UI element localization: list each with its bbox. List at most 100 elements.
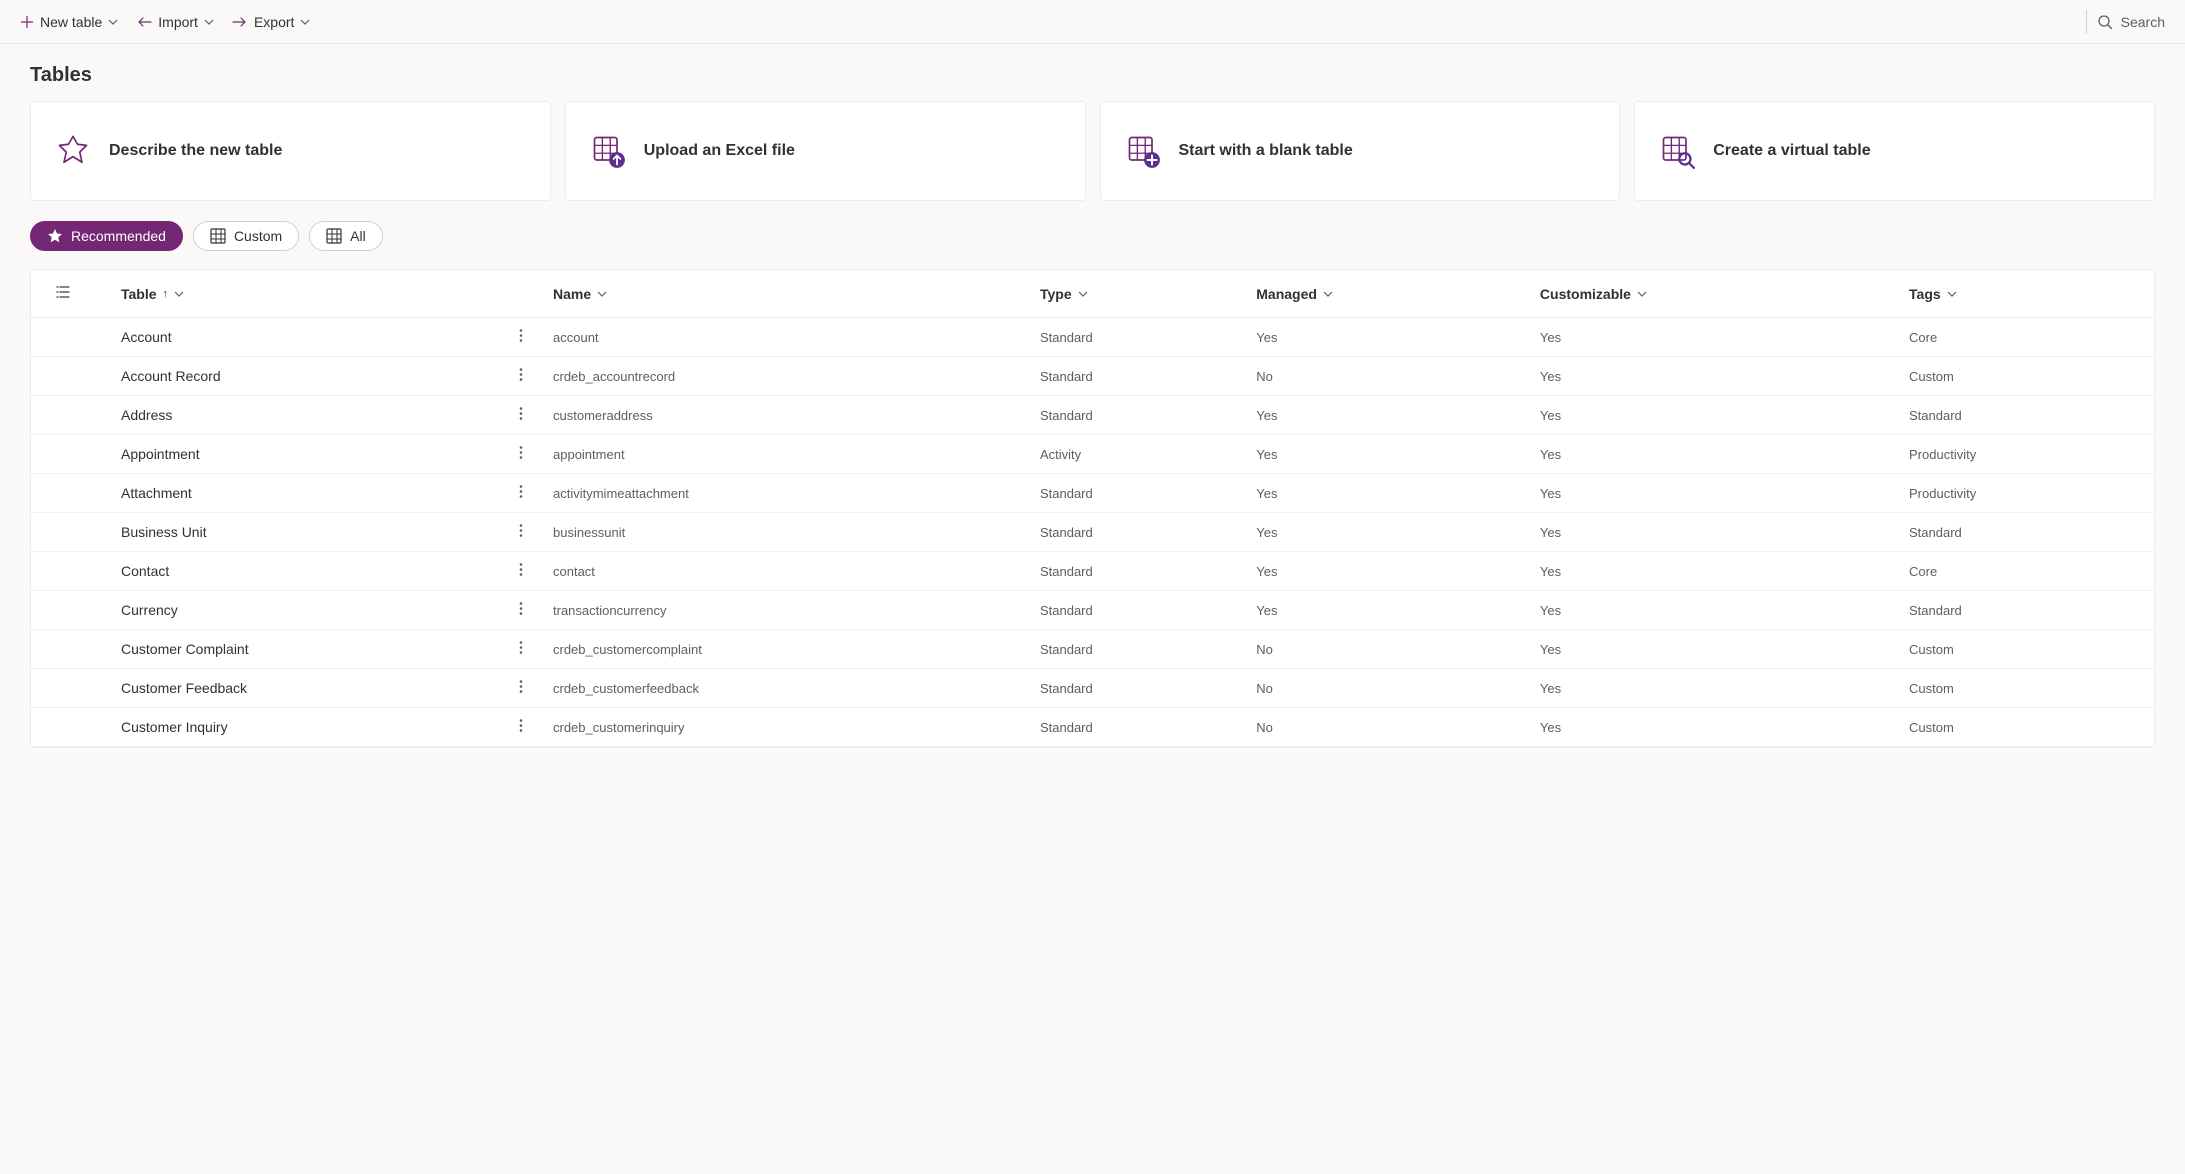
table-row[interactable]: Customer Inquirycrdeb_customerinquirySta… xyxy=(31,708,2154,747)
row-type-cell: Standard xyxy=(1028,318,1244,357)
pill-all[interactable]: All xyxy=(309,221,383,251)
row-actions-menu[interactable] xyxy=(519,641,523,658)
card-virtual-table[interactable]: Create a virtual table xyxy=(1634,101,2155,201)
row-type-cell: Standard xyxy=(1028,552,1244,591)
table-row[interactable]: AttachmentactivitymimeattachmentStandard… xyxy=(31,474,2154,513)
row-table-cell[interactable]: Account xyxy=(91,318,541,357)
row-table-cell[interactable]: Account Record xyxy=(91,357,541,396)
table-row[interactable]: Business UnitbusinessunitStandardYesYesS… xyxy=(31,513,2154,552)
row-table-cell[interactable]: Customer Complaint xyxy=(91,630,541,669)
row-select-cell[interactable] xyxy=(31,708,91,747)
row-customizable-cell: Yes xyxy=(1528,474,1897,513)
row-actions-menu[interactable] xyxy=(519,719,523,736)
row-tags-cell: Custom xyxy=(1897,630,2154,669)
column-label: Name xyxy=(553,286,591,302)
row-select-cell[interactable] xyxy=(31,591,91,630)
import-icon xyxy=(136,15,152,29)
table-row[interactable]: AccountaccountStandardYesYesCore xyxy=(31,318,2154,357)
column-label: Managed xyxy=(1256,286,1317,302)
chevron-down-icon xyxy=(300,19,310,25)
table-row[interactable]: Account Recordcrdeb_accountrecordStandar… xyxy=(31,357,2154,396)
row-name-cell: crdeb_customerfeedback xyxy=(541,669,1028,708)
table-row[interactable]: AddresscustomeraddressStandardYesYesStan… xyxy=(31,396,2154,435)
row-actions-menu[interactable] xyxy=(519,602,523,619)
star-icon xyxy=(47,228,63,244)
row-customizable-cell: Yes xyxy=(1528,396,1897,435)
card-describe-table[interactable]: Describe the new table xyxy=(30,101,551,201)
export-icon xyxy=(232,15,248,29)
pill-custom[interactable]: Custom xyxy=(193,221,299,251)
row-type-cell: Standard xyxy=(1028,591,1244,630)
command-bar: New table Import Export Search xyxy=(0,0,2185,44)
chevron-down-icon xyxy=(108,19,118,25)
import-button[interactable]: Import xyxy=(136,10,214,34)
row-actions-menu[interactable] xyxy=(519,407,523,424)
row-actions-menu[interactable] xyxy=(519,563,523,580)
export-label: Export xyxy=(254,14,294,30)
row-managed-cell: Yes xyxy=(1244,552,1528,591)
table-row[interactable]: CurrencytransactioncurrencyStandardYesYe… xyxy=(31,591,2154,630)
row-table-cell[interactable]: Currency xyxy=(91,591,541,630)
column-tags[interactable]: Tags xyxy=(1897,270,2154,318)
card-blank-table[interactable]: Start with a blank table xyxy=(1100,101,1621,201)
search-input[interactable]: Search xyxy=(2097,14,2165,30)
filter-pills: Recommended Custom All xyxy=(0,221,2185,269)
row-tags-cell: Core xyxy=(1897,318,2154,357)
row-actions-menu[interactable] xyxy=(519,524,523,541)
pill-label: Recommended xyxy=(71,228,166,244)
column-label: Type xyxy=(1040,286,1072,302)
export-button[interactable]: Export xyxy=(232,10,310,34)
row-table-cell[interactable]: Address xyxy=(91,396,541,435)
row-select-cell[interactable] xyxy=(31,669,91,708)
column-table[interactable]: Table ↑ xyxy=(91,270,541,318)
row-name-cell: activitymimeattachment xyxy=(541,474,1028,513)
column-select[interactable] xyxy=(31,270,91,318)
row-customizable-cell: Yes xyxy=(1528,591,1897,630)
table-row[interactable]: Customer Complaintcrdeb_customercomplain… xyxy=(31,630,2154,669)
row-select-cell[interactable] xyxy=(31,630,91,669)
column-label: Table xyxy=(121,286,157,302)
row-select-cell[interactable] xyxy=(31,435,91,474)
pill-recommended[interactable]: Recommended xyxy=(30,221,183,251)
row-name-cell: crdeb_customerinquiry xyxy=(541,708,1028,747)
row-select-cell[interactable] xyxy=(31,396,91,435)
row-table-cell[interactable]: Contact xyxy=(91,552,541,591)
row-actions-menu[interactable] xyxy=(519,485,523,502)
row-select-cell[interactable] xyxy=(31,318,91,357)
row-table-cell[interactable]: Appointment xyxy=(91,435,541,474)
row-managed-cell: Yes xyxy=(1244,474,1528,513)
row-tags-cell: Standard xyxy=(1897,591,2154,630)
column-type[interactable]: Type xyxy=(1028,270,1244,318)
row-actions-menu[interactable] xyxy=(519,680,523,697)
new-table-button[interactable]: New table xyxy=(20,10,118,34)
row-name-cell: crdeb_accountrecord xyxy=(541,357,1028,396)
row-tags-cell: Productivity xyxy=(1897,474,2154,513)
row-select-cell[interactable] xyxy=(31,552,91,591)
chevron-down-icon xyxy=(1637,291,1647,297)
grid-icon xyxy=(210,228,226,244)
column-name[interactable]: Name xyxy=(541,270,1028,318)
column-managed[interactable]: Managed xyxy=(1244,270,1528,318)
table-row[interactable]: ContactcontactStandardYesYesCore xyxy=(31,552,2154,591)
row-select-cell[interactable] xyxy=(31,357,91,396)
row-table-cell[interactable]: Customer Feedback xyxy=(91,669,541,708)
row-select-cell[interactable] xyxy=(31,513,91,552)
row-select-cell[interactable] xyxy=(31,474,91,513)
list-numbered-icon xyxy=(55,284,71,300)
chevron-down-icon xyxy=(1078,291,1088,297)
row-managed-cell: No xyxy=(1244,357,1528,396)
row-type-cell: Standard xyxy=(1028,630,1244,669)
column-customizable[interactable]: Customizable xyxy=(1528,270,1897,318)
row-customizable-cell: Yes xyxy=(1528,435,1897,474)
card-upload-excel[interactable]: Upload an Excel file xyxy=(565,101,1086,201)
row-actions-menu[interactable] xyxy=(519,329,523,346)
row-actions-menu[interactable] xyxy=(519,368,523,385)
row-name-cell: businessunit xyxy=(541,513,1028,552)
table-row[interactable]: Customer Feedbackcrdeb_customerfeedbackS… xyxy=(31,669,2154,708)
row-table-cell[interactable]: Customer Inquiry xyxy=(91,708,541,747)
copilot-icon xyxy=(55,133,91,169)
table-row[interactable]: AppointmentappointmentActivityYesYesProd… xyxy=(31,435,2154,474)
row-table-cell[interactable]: Attachment xyxy=(91,474,541,513)
row-table-cell[interactable]: Business Unit xyxy=(91,513,541,552)
row-actions-menu[interactable] xyxy=(519,446,523,463)
